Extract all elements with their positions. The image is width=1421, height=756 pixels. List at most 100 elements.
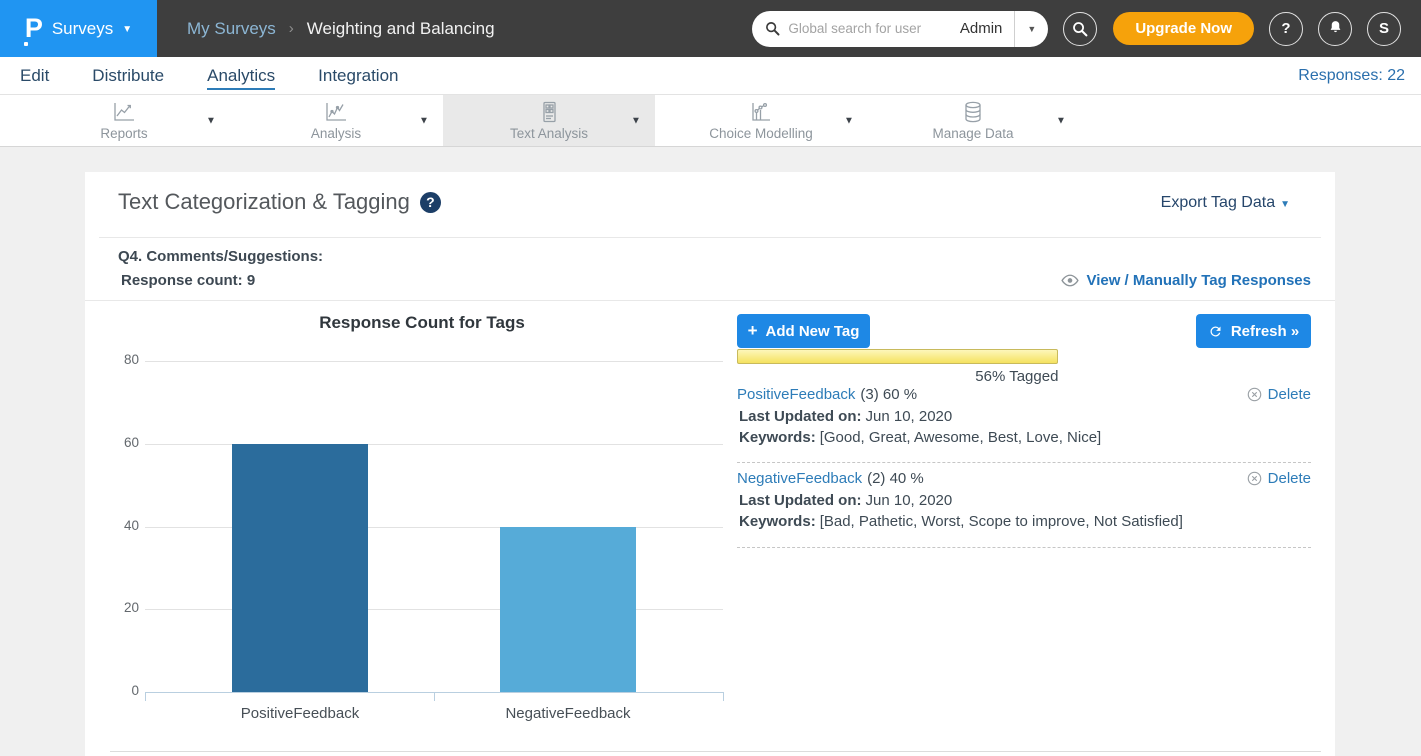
search-icon [765, 21, 780, 36]
add-new-tag-label: Add New Tag [766, 323, 860, 340]
product-menu[interactable]: P Surveys ▼ [0, 0, 157, 57]
nav-item-label: Reports [100, 126, 147, 141]
keywords-label: Keywords: [739, 513, 816, 530]
nav-item-text-analysis[interactable]: Text Analysis [443, 95, 655, 146]
keywords-label: Keywords: [739, 429, 816, 446]
add-new-tag-button[interactable]: + Add New Tag [737, 314, 870, 348]
tab-analytics[interactable]: Analytics [207, 57, 275, 95]
manage-data-caret-icon[interactable]: ▼ [1056, 115, 1066, 126]
search-button[interactable] [1063, 12, 1097, 46]
notifications-button[interactable] [1318, 12, 1352, 46]
tag-name-link[interactable]: NegativeFeedback [737, 470, 862, 487]
delete-label: Delete [1268, 386, 1311, 403]
database-icon [962, 100, 984, 124]
x-axis-tick [145, 692, 146, 701]
header-actions: Admin ▼ Upgrade Now ? S [752, 11, 1421, 47]
brand-logo-icon: P [25, 15, 43, 42]
updated-label: Last Updated on: [739, 492, 862, 509]
export-tag-data-label: Export Tag Data [1161, 194, 1275, 211]
app-root: P Surveys ▼ My Surveys › Weighting and B… [0, 0, 1421, 756]
text-analysis-icon [539, 100, 559, 124]
product-menu-label: Surveys [52, 19, 113, 39]
reports-caret-icon[interactable]: ▼ [206, 115, 216, 126]
chart-gridline [145, 361, 723, 362]
global-search-input[interactable] [788, 21, 954, 36]
nav-item-label: Analysis [311, 126, 361, 141]
export-tag-data-button[interactable]: Export Tag Data ▼ [1161, 194, 1290, 212]
tag-row: PositiveFeedback (3) 60 % Delete Last Upd… [737, 386, 1311, 452]
tab-integration[interactable]: Integration [318, 57, 398, 95]
tab-edit[interactable]: Edit [20, 57, 49, 95]
eye-icon [1061, 274, 1079, 287]
tag-keywords-line: Keywords:[Bad, Pathetic, Worst, Scope to… [739, 513, 1183, 530]
tag-updated-line: Last Updated on:Jun 10, 2020 [739, 408, 952, 425]
search-scope-selector[interactable]: Admin [954, 20, 1015, 37]
circle-x-icon [1247, 387, 1262, 402]
updated-value: Jun 10, 2020 [866, 408, 953, 425]
tagged-progress-bar [737, 349, 1311, 364]
help-button[interactable]: ? [1269, 12, 1303, 46]
x-axis-tick [723, 692, 724, 701]
card-bottom-divider [110, 751, 1321, 752]
nav-item-reports[interactable]: Reports [18, 95, 230, 146]
nav-item-manage-data[interactable]: Manage Data [867, 95, 1079, 146]
top-header-bar: P Surveys ▼ My Surveys › Weighting and B… [0, 0, 1421, 57]
updated-label: Last Updated on: [739, 408, 862, 425]
nav-item-analysis[interactable]: Analysis [230, 95, 442, 146]
text-categorization-panel: Text Categorization & Tagging ? Export T… [85, 172, 1335, 756]
plus-icon: + [748, 322, 758, 339]
refresh-button[interactable]: Refresh » [1196, 314, 1311, 348]
circle-x-icon [1247, 471, 1262, 486]
y-axis-tick-label: 80 [95, 352, 139, 367]
bell-icon [1328, 19, 1343, 39]
x-axis-category-label: PositiveFeedback [200, 705, 400, 722]
nav-item-label: Text Analysis [510, 126, 588, 141]
chevron-down-icon: ▼ [1280, 199, 1290, 210]
x-axis-category-label: NegativeFeedback [468, 705, 668, 722]
breadcrumb-current: Weighting and Balancing [307, 19, 495, 39]
y-axis-tick-label: 0 [95, 683, 139, 698]
view-manually-tag-label: View / Manually Tag Responses [1086, 272, 1311, 289]
y-axis-tick-label: 40 [95, 518, 139, 533]
tab-distribute[interactable]: Distribute [92, 57, 164, 95]
line-chart-icon [112, 100, 136, 124]
choice-model-icon [749, 100, 773, 124]
keywords-value: [Bad, Pathetic, Worst, Scope to improve,… [820, 513, 1183, 530]
user-avatar[interactable]: S [1367, 12, 1401, 46]
nav-item-choice-modelling[interactable]: Choice Modelling [655, 95, 867, 146]
analysis-caret-icon[interactable]: ▼ [419, 115, 429, 126]
nav-item-label: Manage Data [932, 126, 1013, 141]
tag-updated-line: Last Updated on:Jun 10, 2020 [739, 492, 952, 509]
chevron-down-icon: ▼ [122, 24, 132, 35]
tag-meta: (2) 40 % [867, 470, 924, 487]
breadcrumb-separator-icon: › [289, 20, 294, 37]
delete-tag-button[interactable]: Delete [1247, 470, 1311, 487]
upgrade-now-button[interactable]: Upgrade Now [1113, 12, 1254, 45]
y-axis-tick-label: 20 [95, 600, 139, 615]
chart-title: Response Count for Tags [222, 313, 622, 333]
refresh-label: Refresh » [1231, 323, 1299, 340]
updated-value: Jun 10, 2020 [866, 492, 953, 509]
tagged-progress-fill [737, 349, 1058, 364]
y-axis-tick-label: 60 [95, 435, 139, 450]
choice-modelling-caret-icon[interactable]: ▼ [844, 115, 854, 126]
tag-meta: (3) 60 % [860, 386, 917, 403]
responses-count: Responses: 22 [1298, 67, 1421, 85]
bar-NegativeFeedback[interactable] [500, 527, 636, 693]
analytics-nav: Reports ▼ Analysis ▼ Text Analysis ▼ Cho… [0, 95, 1421, 147]
tagged-progress-label: 56% Tagged [737, 368, 1058, 385]
delete-tag-button[interactable]: Delete [1247, 386, 1311, 403]
x-axis-tick [434, 692, 435, 701]
avatar-initial: S [1379, 20, 1389, 37]
tag-name-link[interactable]: PositiveFeedback [737, 386, 855, 403]
search-scope-caret-icon[interactable]: ▼ [1015, 24, 1048, 34]
text-analysis-caret-icon[interactable]: ▼ [631, 115, 641, 126]
view-manually-tag-link[interactable]: View / Manually Tag Responses [1061, 272, 1311, 289]
response-count-chart: Response Count for Tags 0 20 40 60 80 Positiv… [85, 172, 785, 756]
breadcrumb-parent-link[interactable]: My Surveys [187, 19, 276, 39]
tag-separator [737, 547, 1311, 548]
bar-PositiveFeedback[interactable] [232, 444, 368, 692]
survey-nav: Edit Distribute Analytics Integration Re… [0, 57, 1421, 95]
breadcrumb: My Surveys › Weighting and Balancing [187, 19, 495, 39]
tag-row: NegativeFeedback (2) 40 % Delete Last Upd… [737, 470, 1311, 536]
